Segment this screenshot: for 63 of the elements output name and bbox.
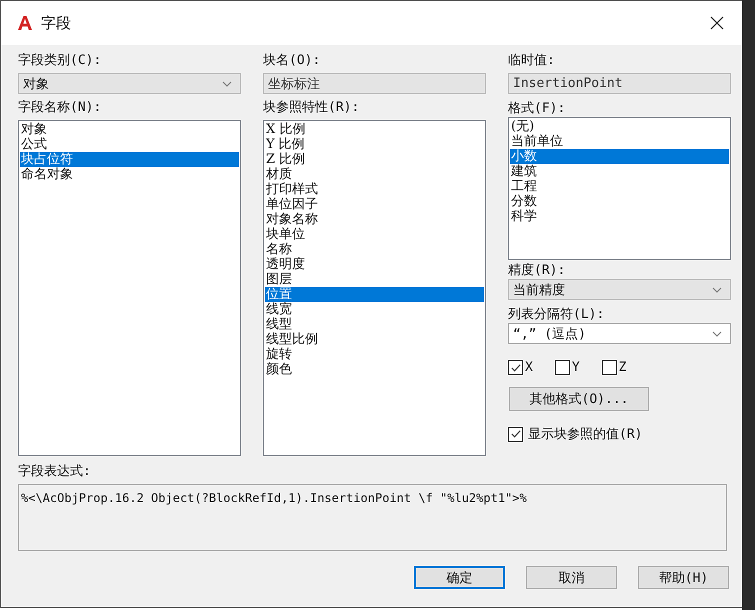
chevron-icon (712, 286, 722, 292)
list-item[interactable]: 图层 (265, 272, 484, 287)
field-label: 临时值: (508, 53, 556, 69)
field-label: 字段名称(N): (18, 100, 102, 116)
list-item[interactable]: 分数 (510, 194, 729, 209)
field-label: 块名(O): (263, 53, 322, 69)
list-item[interactable]: 线型 (265, 317, 484, 332)
list-item[interactable]: 小数 (510, 149, 729, 164)
checkbox-label: 显示块参照的值(R) (528, 426, 642, 443)
checkmark-icon (510, 362, 522, 374)
chevron-icon (222, 80, 232, 86)
checkbox[interactable] (554, 360, 570, 375)
list-item[interactable]: (无) (510, 119, 729, 134)
list-item[interactable]: 材质 (265, 167, 484, 182)
field-label: 字段类别(C): (18, 53, 102, 69)
list-item[interactable]: 公式 (20, 137, 239, 152)
field-label: 列表分隔符(L): (508, 307, 606, 323)
list-item[interactable]: 建筑 (510, 164, 729, 179)
block-name-field: 坐标标注 (263, 73, 486, 94)
app-logo-icon (17, 15, 33, 31)
list-item[interactable]: 对象 (20, 122, 239, 137)
preview-value-field: InsertionPoint (508, 73, 731, 94)
close-icon[interactable] (710, 16, 724, 30)
field-label: 精度(R): (508, 263, 566, 279)
list-item[interactable]: 科学 (510, 209, 729, 224)
dialog-button[interactable]: 帮助(H) (638, 566, 729, 589)
list-item[interactable]: Y 比例 (265, 137, 484, 152)
checkbox-label: X (525, 360, 533, 375)
list-item[interactable]: 名称 (265, 242, 484, 257)
list-item[interactable]: 工程 (510, 179, 729, 194)
list-item[interactable]: 对象名称 (265, 212, 484, 227)
field-label: 格式(F): (508, 101, 566, 117)
separator-dropdown[interactable]: “,” (逗点) (508, 323, 731, 344)
list-item[interactable]: 命名对象 (20, 167, 239, 182)
checkbox[interactable] (508, 426, 523, 442)
ok-button[interactable]: 确定 (414, 566, 505, 589)
window-title: 字段 (41, 14, 72, 32)
other-format-button[interactable]: 其他格式(O)... (509, 387, 649, 411)
list-item[interactable]: 当前单位 (510, 134, 729, 149)
checkbox-label: Y (572, 360, 580, 375)
precision-dropdown[interactable]: 当前精度 (508, 279, 731, 300)
chevron-icon (712, 330, 722, 336)
list-item[interactable]: 透明度 (265, 257, 484, 272)
list-item[interactable]: 块占位符 (20, 152, 239, 167)
list-item[interactable]: 位置 (265, 287, 484, 302)
checkbox-label: Z (618, 360, 626, 375)
field-label: 字段表达式: (18, 464, 92, 480)
expression-field: %<\AcObjProp.16.2 Object(?BlockRefId,1).InsertionPoint \f "%lu2%pt1">% (18, 484, 727, 551)
checkbox[interactable] (508, 360, 523, 375)
list-item[interactable]: 颜色 (265, 362, 484, 377)
checkmark-icon (510, 428, 522, 440)
dialog-button[interactable]: 取消 (526, 566, 617, 589)
list-item[interactable]: 线型比例 (265, 332, 484, 347)
list-item[interactable]: 旋转 (265, 347, 484, 362)
checkbox[interactable] (602, 360, 617, 375)
list-item[interactable]: 打印样式 (265, 182, 484, 197)
category-dropdown[interactable]: 对象 (18, 73, 241, 94)
list-item[interactable]: 块单位 (265, 227, 484, 242)
list-item[interactable]: X 比例 (265, 122, 484, 137)
list-item[interactable]: 线宽 (265, 302, 484, 317)
list-item[interactable]: Z 比例 (265, 152, 484, 167)
list-item[interactable]: 单位因子 (265, 197, 484, 212)
field-label: 块参照特性(R): (263, 100, 360, 116)
